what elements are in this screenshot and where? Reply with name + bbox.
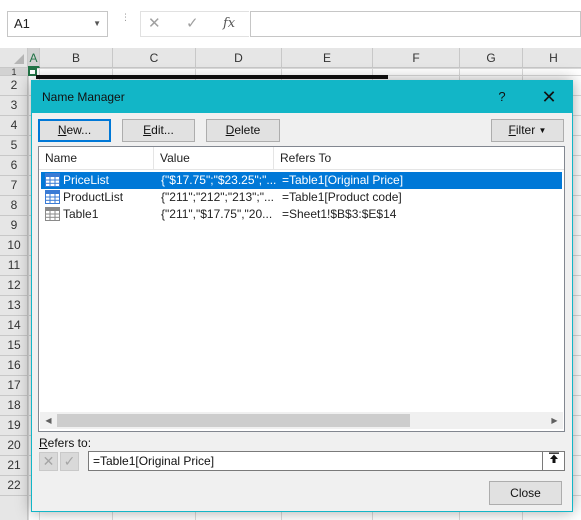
refers-to-label-accesskey: R (39, 436, 48, 450)
column-header-h[interactable]: H (523, 48, 581, 68)
edit-button[interactable]: Edit... (122, 119, 195, 142)
chevron-down-icon[interactable]: ▼ (93, 12, 101, 36)
column-header-f[interactable]: F (373, 48, 460, 68)
access-key: N (57, 123, 67, 137)
insert-function-icon[interactable]: fx (223, 11, 235, 37)
name-manager-dialog: Name Manager ? ✕ New... Edit... Delete F… (31, 80, 573, 512)
named-range-icon (45, 190, 60, 204)
delete-button[interactable]: Delete (206, 119, 280, 142)
row-header-21[interactable]: 21 (0, 456, 28, 476)
edit-button-label: Edit... (143, 123, 174, 137)
refers-to-label: Refers to: (39, 436, 91, 450)
value-cell: {"$17.75";"$23.25";"... (161, 173, 276, 187)
column-header-d[interactable]: D (196, 48, 282, 68)
row-header-9[interactable]: 9 (0, 216, 28, 236)
column-header-e[interactable]: E (282, 48, 373, 68)
refers-to-cell: =Sheet1!$B$3:$E$14 (282, 207, 397, 221)
row-header-1[interactable]: 1 (0, 68, 28, 77)
names-list[interactable]: Name Value Refers To PriceList {"$17.75";… (38, 146, 565, 432)
row-header-11[interactable]: 11 (0, 256, 28, 276)
named-range-icon (45, 173, 60, 187)
name-row[interactable]: PriceList {"$17.75";"$23.25";"... =Table1[… (41, 172, 562, 189)
names-list-header: Name Value Refers To (39, 147, 564, 170)
horizontal-scrollbar[interactable]: ◀ ▶ (40, 412, 563, 429)
column-header-b[interactable]: B (40, 48, 113, 68)
row-header-4[interactable]: 4 (0, 116, 28, 136)
name-row[interactable]: Table1 {"211","$17.75","20... =Sheet1!$B$3… (41, 206, 562, 223)
refers-to-label-rest: efers to: (47, 436, 92, 450)
access-key: F (508, 123, 516, 137)
row-header-17[interactable]: 17 (0, 376, 28, 396)
help-button[interactable]: ? (487, 81, 517, 113)
name-cell: Table1 (63, 207, 99, 221)
cancel-edit-icon: ✕ (39, 452, 58, 471)
row-header-22[interactable]: 22 (0, 476, 28, 496)
refers-to-input[interactable]: =Table1[Original Price] (88, 451, 565, 471)
filter-button[interactable]: Filter ▼ (491, 119, 564, 142)
name-box-value: A1 (14, 16, 30, 31)
row-header-5[interactable]: 5 (0, 136, 28, 156)
row-header-12[interactable]: 12 (0, 276, 28, 296)
dialog-titlebar[interactable]: Name Manager ? ✕ (32, 81, 572, 113)
row-header-10[interactable]: 10 (0, 236, 28, 256)
drag-handle-icon[interactable]: ⋮ (121, 13, 130, 34)
value-cell: {"211";"212";"213";"... (161, 190, 275, 204)
row-header-20[interactable]: 20 (0, 436, 28, 456)
row-header-2[interactable]: 2 (0, 76, 28, 96)
row-header-15[interactable]: 15 (0, 336, 28, 356)
row-headers: 1 2 3 4 5 6 7 8 9 10 11 12 13 14 15 16 17 18 19 20 21 22 (0, 68, 28, 520)
value-cell: {"211","$17.75","20... (161, 207, 273, 221)
close-icon[interactable]: ✕ (532, 81, 566, 113)
upload-arrow-icon (548, 452, 559, 463)
formula-input[interactable] (250, 11, 581, 37)
refers-to-value: =Table1[Original Price] (93, 454, 215, 468)
column-header-g[interactable]: G (460, 48, 523, 68)
select-all-corner[interactable] (0, 48, 28, 68)
enter-formula-icon[interactable]: ✓ (186, 11, 199, 37)
formula-bar: A1 ▼ ⋮ ✕ ✓ fx (0, 0, 581, 48)
new-button[interactable]: New... (38, 119, 111, 142)
dialog-title: Name Manager (42, 90, 125, 104)
refers-to-cell: =Table1[Product code] (282, 190, 402, 204)
row-header-19[interactable]: 19 (0, 416, 28, 436)
row-header-16[interactable]: 16 (0, 356, 28, 376)
row-header-7[interactable]: 7 (0, 176, 28, 196)
row-header-14[interactable]: 14 (0, 316, 28, 336)
column-header-c[interactable]: C (113, 48, 196, 68)
cancel-formula-icon[interactable]: ✕ (148, 11, 161, 37)
row-header-8[interactable]: 8 (0, 196, 28, 216)
cell-border-line (36, 75, 388, 79)
name-box[interactable]: A1 ▼ (7, 11, 108, 37)
scroll-right-icon[interactable]: ▶ (546, 412, 563, 429)
row-header-13[interactable]: 13 (0, 296, 28, 316)
column-header-a[interactable]: A (28, 48, 40, 68)
column-headers: ABCDEFGH (28, 48, 581, 68)
new-button-label: New... (57, 123, 92, 137)
filter-button-label: Filter (508, 123, 536, 137)
dropdown-arrow-icon: ▼ (538, 126, 547, 135)
name-cell: PriceList (63, 173, 110, 187)
confirm-edit-icon: ✓ (60, 452, 79, 471)
refers-to-cell: =Table1[Original Price] (282, 173, 404, 187)
select-all-icon (14, 54, 24, 64)
scrollbar-thumb[interactable] (57, 414, 410, 427)
column-header-refers-to[interactable]: Refers To (274, 147, 564, 170)
access-key: D (225, 123, 235, 137)
delete-button-label: Delete (225, 123, 261, 137)
column-header-value[interactable]: Value (154, 147, 274, 170)
column-header-name[interactable]: Name (39, 147, 154, 170)
collapse-dialog-icon[interactable] (542, 452, 564, 470)
row-header-18[interactable]: 18 (0, 396, 28, 416)
close-button[interactable]: Close (489, 481, 562, 505)
row-header-6[interactable]: 6 (0, 156, 28, 176)
name-cell: ProductList (63, 190, 124, 204)
scroll-left-icon[interactable]: ◀ (40, 412, 57, 429)
name-row[interactable]: ProductList {"211";"212";"213";"... =Table… (41, 189, 562, 206)
row-header-3[interactable]: 3 (0, 96, 28, 116)
table-icon (45, 207, 60, 221)
access-key: E (143, 123, 152, 137)
